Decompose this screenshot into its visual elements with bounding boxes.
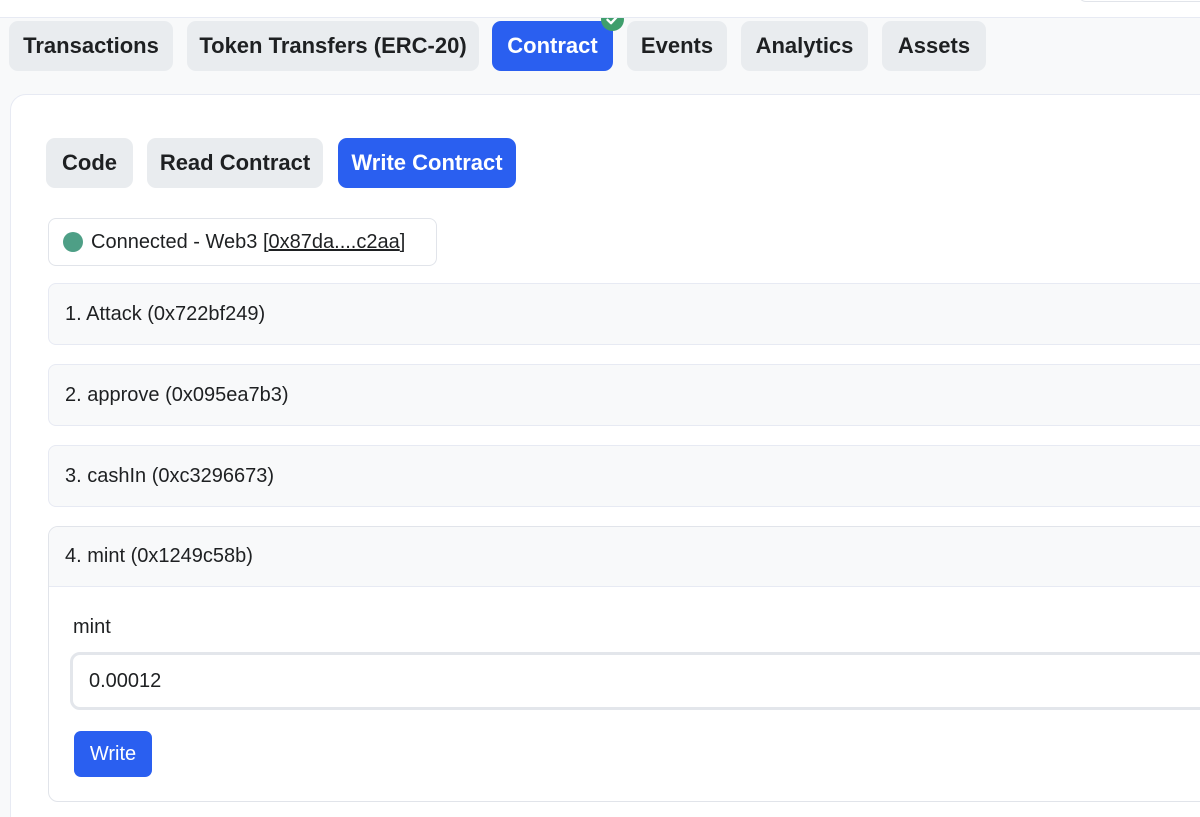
tab-analytics[interactable]: Analytics [741,21,868,71]
connection-status: Connected - Web3 [0x87da....c2aa] [48,218,437,266]
tab-contract[interactable]: Contract [492,21,613,71]
connected-status-dot-icon [63,232,83,252]
function-approve[interactable]: 2. approve (0x095ea7b3) [48,364,1200,426]
function-mint-header[interactable]: 4. mint (0x1249c58b) [49,527,1200,587]
connection-status-suffix: ] [399,230,406,253]
subtab-code[interactable]: Code [46,138,133,188]
main-tabs: Transactions Token Transfers (ERC-20) Co… [0,21,1200,71]
top-header-strip [0,0,1200,18]
mint-amount-input[interactable] [70,652,1200,710]
tab-token-transfers[interactable]: Token Transfers (ERC-20) [187,21,479,71]
tab-events[interactable]: Events [627,21,727,71]
function-attack[interactable]: 1. Attack (0x722bf249) [48,283,1200,345]
tab-assets[interactable]: Assets [882,21,986,71]
subtab-read-contract[interactable]: Read Contract [147,138,323,188]
function-mint-card: 4. mint (0x1249c58b) mint Write [48,526,1200,802]
tab-transactions[interactable]: Transactions [9,21,173,71]
header-search-input-edge[interactable] [1078,0,1200,2]
connected-address-link[interactable]: 0x87da....c2aa [269,231,400,254]
connection-status-text: Connected - Web3 [ [91,230,269,253]
write-button[interactable]: Write [74,731,152,777]
mint-param-label: mint [73,616,111,638]
subtab-write-contract[interactable]: Write Contract [338,138,516,188]
function-cashin[interactable]: 3. cashIn (0xc3296673) [48,445,1200,507]
